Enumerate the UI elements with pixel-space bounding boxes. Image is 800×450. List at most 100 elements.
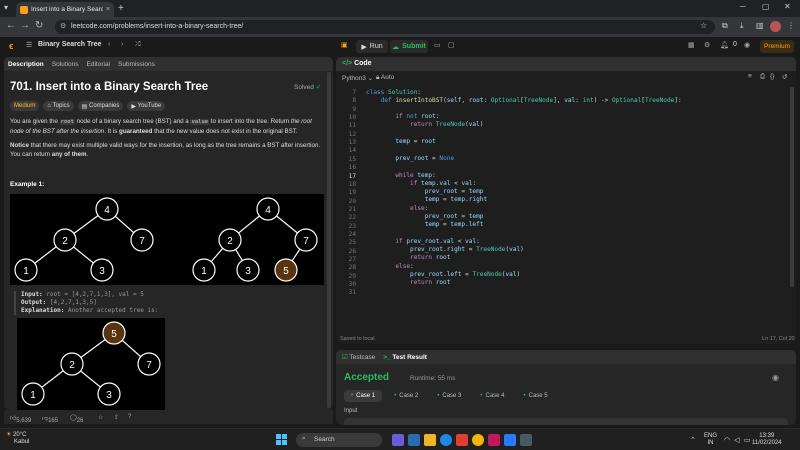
layout-icon[interactable]: ▦ — [688, 41, 695, 49]
minimize-icon[interactable]: ─ — [740, 2, 746, 11]
eye-icon[interactable]: ◉ — [772, 373, 779, 382]
browser-tab[interactable]: Insert into a Binary Search Tree × — [16, 2, 114, 17]
extensions-icon[interactable]: ⧉ — [722, 21, 728, 31]
line-number: 16 — [348, 164, 356, 172]
favorite-star-icon[interactable]: ☆ — [98, 414, 103, 421]
tab-submissions[interactable]: Submissions — [118, 61, 155, 68]
new-tab-button[interactable]: + — [118, 3, 124, 14]
bookmark-star-icon[interactable]: ☆ — [700, 21, 707, 30]
downloads-icon[interactable]: ⤓ — [740, 21, 744, 31]
problem-list-icon[interactable]: ☰ — [26, 41, 32, 49]
volume-icon[interactable]: ◁ — [734, 436, 739, 444]
store-app-icon[interactable] — [456, 434, 468, 446]
case-2-tab[interactable]: • Case 2 — [387, 390, 425, 402]
url-field[interactable]: ⚙ leetcode.com/problems/insert-into-a-bi… — [55, 20, 715, 34]
comments-button[interactable]: ◯ 26 — [70, 414, 83, 424]
notifications-icon[interactable]: 🔔︎ — [720, 41, 729, 49]
windows-start-icon[interactable] — [276, 434, 287, 445]
sidepanel-icon[interactable]: ▥ — [756, 21, 764, 30]
close-tab-icon[interactable]: × — [106, 6, 110, 13]
leetcode-logo-icon[interactable]: ϵ — [9, 41, 13, 51]
case-4-tab[interactable]: • Case 4 — [473, 390, 511, 402]
companies-tag[interactable]: ▤ Companies — [77, 101, 124, 111]
language-indicator[interactable]: ENG IN — [704, 433, 717, 447]
testcase-label: Testcase — [349, 354, 376, 361]
alternative-tree-image: 5 2 7 1 3 — [17, 318, 165, 410]
run-button[interactable]: ▶ Run — [356, 40, 388, 53]
youtube-tag[interactable]: ▶ YouTube — [127, 101, 166, 111]
code-scrollbar[interactable] — [790, 87, 794, 287]
wifi-icon[interactable]: ◠ — [724, 436, 730, 444]
submit-button[interactable]: ☁ Submit — [390, 40, 428, 53]
back-icon[interactable]: ← — [6, 20, 16, 31]
io-label: Input: — [21, 291, 43, 298]
reset-icon[interactable]: ↺ — [782, 73, 787, 81]
maximize-icon[interactable]: ▢ — [762, 2, 770, 11]
case-1-tab[interactable]: • Case 1 — [344, 390, 383, 402]
code-panel-header: </> Code — [336, 57, 796, 71]
code-line: prev_root.right = TreeNode(val) — [410, 246, 524, 253]
close-window-icon[interactable]: ✕ — [784, 2, 791, 11]
explorer-app-icon[interactable] — [408, 434, 420, 446]
tab-description[interactable]: Description — [8, 61, 44, 68]
edge-app-icon[interactable] — [440, 434, 452, 446]
taskbar-search[interactable]: ⌕ Search — [296, 433, 382, 447]
cursor-position: Ln 17, Col 20 — [762, 336, 795, 342]
app-icon[interactable] — [488, 434, 500, 446]
language-select[interactable]: Python3 ⌄ — [342, 74, 373, 82]
premium-button[interactable]: Premium — [760, 40, 794, 53]
notes-icon[interactable]: ▭ — [434, 41, 441, 49]
user-avatar[interactable]: ◉ — [744, 41, 750, 49]
tab-editorial[interactable]: Editorial — [87, 61, 110, 68]
bookmark-icon[interactable]: ⎙ — [760, 73, 765, 81]
like-button[interactable]: 👍︎ 5,639 — [10, 414, 31, 424]
settings-icon[interactable]: ⚙ — [704, 41, 710, 49]
example-trees-image: 4 2 7 1 3 4 2 7 1 3 5 — [10, 194, 324, 285]
code-area[interactable]: class Solution: def insertIntoBST(self, … — [336, 85, 796, 335]
reload-icon[interactable]: ↻ — [35, 20, 43, 31]
line-number: 21 — [348, 205, 356, 213]
case-3-tab[interactable]: • Case 3 — [430, 390, 468, 402]
debug-icon[interactable]: ▣ — [341, 41, 348, 49]
battery-icon[interactable]: ▭ — [744, 436, 751, 444]
task-view-icon[interactable] — [392, 434, 404, 446]
terminal-app-icon[interactable] — [520, 434, 532, 446]
weather-widget[interactable]: ☀ 20°C Kabul — [6, 432, 29, 446]
problem-description: You are given the root node of a binary … — [10, 117, 324, 136]
problem-list-title[interactable]: Binary Search Tree — [38, 41, 101, 48]
next-problem-icon[interactable]: › — [121, 41, 123, 48]
search-icon: ⌕ — [302, 435, 306, 442]
topics-tag[interactable]: ⌂ Topics — [43, 101, 74, 111]
site-info-icon[interactable]: ⚙ — [60, 22, 66, 30]
braces-icon[interactable]: {} — [770, 73, 774, 80]
dislike-button[interactable]: 👎︎ 165 — [42, 414, 58, 424]
folder-app-icon[interactable] — [424, 434, 436, 446]
comment-icon[interactable]: ▢ — [448, 41, 455, 49]
inline-code: value — [190, 119, 210, 125]
inline-code: root — [59, 119, 75, 125]
chrome-app-icon[interactable] — [472, 434, 484, 446]
prev-problem-icon[interactable]: ‹ — [108, 41, 110, 48]
tab-solutions[interactable]: Solutions — [52, 61, 79, 68]
line-number: 8 — [352, 97, 356, 105]
description-scrollbar[interactable] — [327, 72, 331, 408]
tab-test-result[interactable]: >_ Test Result — [383, 354, 427, 361]
format-icon[interactable]: ≡ — [748, 73, 752, 80]
help-icon[interactable]: ? — [128, 414, 131, 420]
clock[interactable]: 13:39 11/02/2024 — [752, 433, 782, 447]
shuffle-icon[interactable]: ⤮ — [135, 41, 141, 49]
case-5-tab[interactable]: • Case 5 — [517, 390, 555, 402]
case-tabs: • Case 1 • Case 2 • Case 3 • Case 4 • Case 5 — [344, 390, 555, 402]
profile-avatar[interactable] — [770, 21, 781, 32]
line-number: 26 — [348, 247, 356, 255]
vscode-app-icon[interactable] — [504, 434, 516, 446]
forward-icon[interactable]: → — [20, 20, 30, 31]
tab-testcase[interactable]: ☑ Testcase — [342, 353, 375, 361]
tab-search-icon[interactable]: ▾ — [4, 3, 8, 12]
tray-chevron-icon[interactable]: ⌃ — [690, 436, 696, 444]
autosave-indicator[interactable]: 🔒︎ Auto — [376, 74, 394, 82]
line-number: 13 — [348, 139, 356, 147]
share-icon[interactable]: ⇪ — [114, 414, 119, 421]
auto-label: Auto — [380, 74, 395, 81]
browser-menu-icon[interactable]: ⋮ — [787, 21, 795, 30]
